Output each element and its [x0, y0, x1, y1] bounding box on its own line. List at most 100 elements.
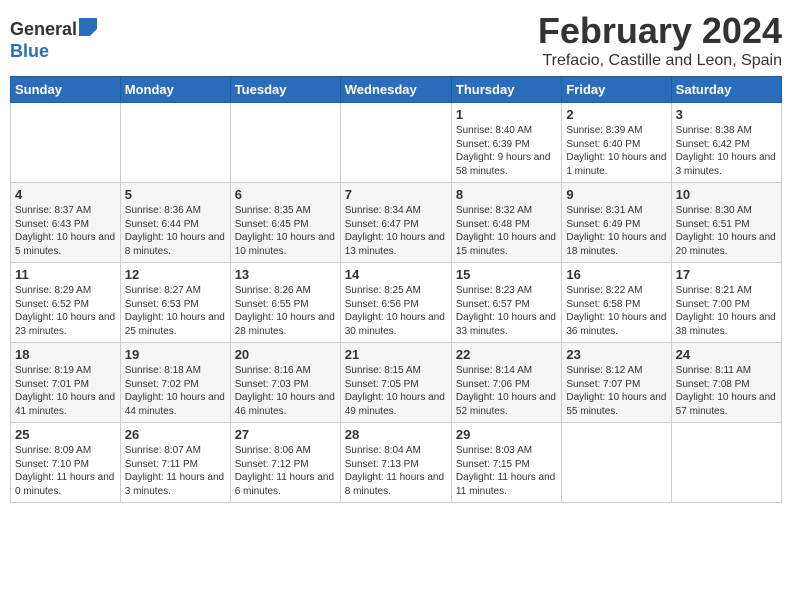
day-of-week-header: Thursday — [451, 77, 561, 103]
day-number: 28 — [345, 427, 447, 442]
calendar-cell — [340, 103, 451, 183]
day-number: 9 — [566, 187, 666, 202]
day-number: 2 — [566, 107, 666, 122]
day-number: 15 — [456, 267, 557, 282]
logo-blue-text: Blue — [10, 41, 49, 62]
day-info: Sunrise: 8:21 AMSunset: 7:00 PMDaylight:… — [676, 284, 777, 338]
day-number: 10 — [676, 187, 777, 202]
main-title: February 2024 — [538, 10, 782, 52]
day-number: 23 — [566, 347, 666, 362]
calendar-cell: 19 Sunrise: 8:18 AMSunset: 7:02 PMDayligh… — [120, 343, 230, 423]
calendar-cell: 5 Sunrise: 8:36 AMSunset: 6:44 PMDaylight… — [120, 183, 230, 263]
day-number: 27 — [235, 427, 336, 442]
calendar-cell: 2 Sunrise: 8:39 AMSunset: 6:40 PMDaylight… — [562, 103, 671, 183]
day-of-week-header: Tuesday — [230, 77, 340, 103]
day-info: Sunrise: 8:18 AMSunset: 7:02 PMDaylight:… — [125, 364, 226, 418]
logo-icon — [79, 18, 97, 41]
calendar-cell: 18 Sunrise: 8:19 AMSunset: 7:01 PMDayligh… — [11, 343, 121, 423]
calendar-cell: 23 Sunrise: 8:12 AMSunset: 7:07 PMDayligh… — [562, 343, 671, 423]
calendar-cell: 21 Sunrise: 8:15 AMSunset: 7:05 PMDayligh… — [340, 343, 451, 423]
calendar-cell: 11 Sunrise: 8:29 AMSunset: 6:52 PMDayligh… — [11, 263, 121, 343]
day-number: 19 — [125, 347, 226, 362]
day-info: Sunrise: 8:22 AMSunset: 6:58 PMDaylight:… — [566, 284, 666, 338]
day-number: 17 — [676, 267, 777, 282]
day-info: Sunrise: 8:26 AMSunset: 6:55 PMDaylight:… — [235, 284, 336, 338]
day-number: 13 — [235, 267, 336, 282]
day-number: 25 — [15, 427, 116, 442]
calendar-cell: 14 Sunrise: 8:25 AMSunset: 6:56 PMDayligh… — [340, 263, 451, 343]
calendar-cell: 6Sunrise: 8:35 AMSunset: 6:45 PMDaylight… — [230, 183, 340, 263]
day-number: 12 — [125, 267, 226, 282]
calendar-cell: 17 Sunrise: 8:21 AMSunset: 7:00 PMDayligh… — [671, 263, 781, 343]
calendar-cell: 28 Sunrise: 8:04 AMSunset: 7:13 PMDayligh… — [340, 423, 451, 503]
day-info: Sunrise: 8:25 AMSunset: 6:56 PMDaylight:… — [345, 284, 447, 338]
day-of-week-header: Saturday — [671, 77, 781, 103]
day-info: Sunrise: 8:34 AMSunset: 6:47 PMDaylight:… — [345, 204, 447, 258]
day-number: 1 — [456, 107, 557, 122]
day-info: Sunrise: 8:29 AMSunset: 6:52 PMDaylight:… — [15, 284, 116, 338]
subtitle: Trefacio, Castille and Leon, Spain — [538, 52, 782, 70]
day-info: Sunrise: 8:14 AMSunset: 7:06 PMDaylight:… — [456, 364, 557, 418]
day-number: 14 — [345, 267, 447, 282]
calendar-cell — [120, 103, 230, 183]
calendar-cell: 29 Sunrise: 8:03 AMSunset: 7:15 PMDayligh… — [451, 423, 561, 503]
day-number: 20 — [235, 347, 336, 362]
day-number: 18 — [15, 347, 116, 362]
logo-general-text: General — [10, 19, 77, 40]
calendar-cell: 1 Sunrise: 8:40 AMSunset: 6:39 PMDaylight… — [451, 103, 561, 183]
calendar-cell: 25 Sunrise: 8:09 AMSunset: 7:10 PMDayligh… — [11, 423, 121, 503]
calendar-cell: 7 Sunrise: 8:34 AMSunset: 6:47 PMDaylight… — [340, 183, 451, 263]
day-info: Sunrise: 8:36 AMSunset: 6:44 PMDaylight:… — [125, 204, 226, 258]
day-info: Sunrise: 8:06 AMSunset: 7:12 PMDaylight:… — [235, 444, 336, 498]
day-number: 6 — [235, 187, 336, 202]
day-of-week-header: Friday — [562, 77, 671, 103]
day-number: 29 — [456, 427, 557, 442]
day-number: 21 — [345, 347, 447, 362]
calendar-cell — [11, 103, 121, 183]
day-number: 4 — [15, 187, 116, 202]
calendar-cell — [230, 103, 340, 183]
day-number: 26 — [125, 427, 226, 442]
calendar-table: SundayMondayTuesdayWednesdayThursdayFrid… — [10, 76, 782, 503]
day-info: Sunrise: 8:19 AMSunset: 7:01 PMDaylight:… — [15, 364, 116, 418]
day-of-week-header: Wednesday — [340, 77, 451, 103]
day-info: Sunrise: 8:07 AMSunset: 7:11 PMDaylight:… — [125, 444, 226, 498]
calendar-cell: 8 Sunrise: 8:32 AMSunset: 6:48 PMDaylight… — [451, 183, 561, 263]
day-info: Sunrise: 8:23 AMSunset: 6:57 PMDaylight:… — [456, 284, 557, 338]
day-info: Sunrise: 8:16 AMSunset: 7:03 PMDaylight:… — [235, 364, 336, 418]
day-number: 24 — [676, 347, 777, 362]
calendar-cell: 4Sunrise: 8:37 AMSunset: 6:43 PMDaylight… — [11, 183, 121, 263]
day-info: Sunrise: 8:12 AMSunset: 7:07 PMDaylight:… — [566, 364, 666, 418]
day-number: 3 — [676, 107, 777, 122]
day-info: Sunrise: 8:03 AMSunset: 7:15 PMDaylight:… — [456, 444, 557, 498]
day-info: Sunrise: 8:11 AMSunset: 7:08 PMDaylight:… — [676, 364, 777, 418]
calendar-cell: 15 Sunrise: 8:23 AMSunset: 6:57 PMDayligh… — [451, 263, 561, 343]
day-info: Sunrise: 8:27 AMSunset: 6:53 PMDaylight:… — [125, 284, 226, 338]
day-info: Sunrise: 8:32 AMSunset: 6:48 PMDaylight:… — [456, 204, 557, 258]
day-info: Sunrise: 8:15 AMSunset: 7:05 PMDaylight:… — [345, 364, 447, 418]
day-number: 5 — [125, 187, 226, 202]
calendar-cell: 3 Sunrise: 8:38 AMSunset: 6:42 PMDaylight… — [671, 103, 781, 183]
day-info: Sunrise: 8:04 AMSunset: 7:13 PMDaylight:… — [345, 444, 447, 498]
calendar-cell — [671, 423, 781, 503]
calendar-cell: 16 Sunrise: 8:22 AMSunset: 6:58 PMDayligh… — [562, 263, 671, 343]
calendar-cell: 12 Sunrise: 8:27 AMSunset: 6:53 PMDayligh… — [120, 263, 230, 343]
logo: General Blue — [10, 10, 97, 62]
day-info: Sunrise: 8:38 AMSunset: 6:42 PMDaylight:… — [676, 124, 777, 178]
day-info: Sunrise: 8:40 AMSunset: 6:39 PMDaylight:… — [456, 124, 557, 178]
title-area: February 2024 Trefacio, Castille and Leo… — [538, 10, 782, 70]
day-info: Sunrise: 8:39 AMSunset: 6:40 PMDaylight:… — [566, 124, 666, 178]
day-info: Sunrise: 8:31 AMSunset: 6:49 PMDaylight:… — [566, 204, 666, 258]
day-number: 8 — [456, 187, 557, 202]
day-number: 7 — [345, 187, 447, 202]
day-number: 22 — [456, 347, 557, 362]
day-info: Sunrise: 8:09 AMSunset: 7:10 PMDaylight:… — [15, 444, 116, 498]
day-number: 16 — [566, 267, 666, 282]
calendar-cell: 27 Sunrise: 8:06 AMSunset: 7:12 PMDayligh… — [230, 423, 340, 503]
calendar-cell: 10 Sunrise: 8:30 AMSunset: 6:51 PMDayligh… — [671, 183, 781, 263]
day-number: 11 — [15, 267, 116, 282]
day-info: Sunrise: 8:30 AMSunset: 6:51 PMDaylight:… — [676, 204, 777, 258]
calendar-cell: 13 Sunrise: 8:26 AMSunset: 6:55 PMDayligh… — [230, 263, 340, 343]
day-of-week-header: Sunday — [11, 77, 121, 103]
calendar-cell: 22 Sunrise: 8:14 AMSunset: 7:06 PMDayligh… — [451, 343, 561, 423]
